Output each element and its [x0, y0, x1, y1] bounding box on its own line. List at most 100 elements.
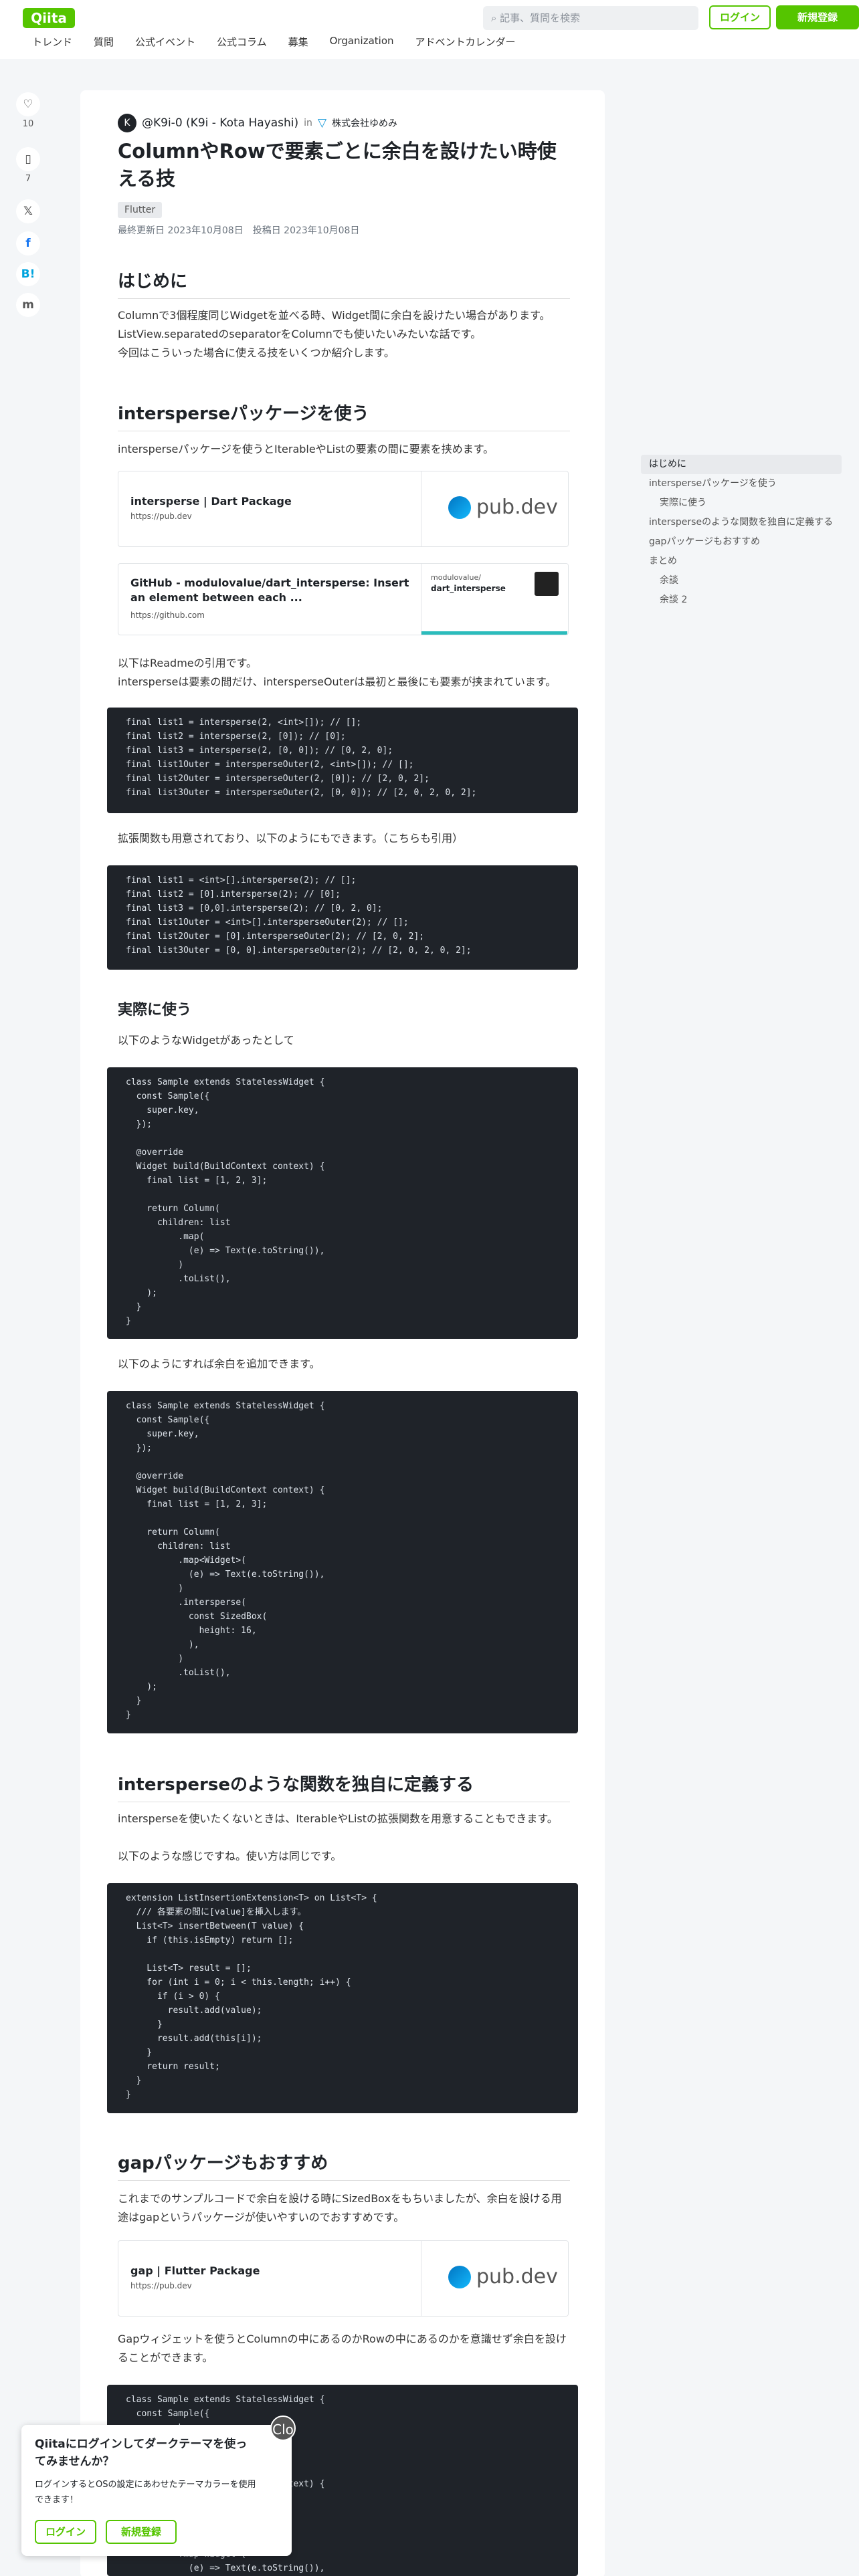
- code-line: }: [126, 2076, 142, 2086]
- x-share-icon[interactable]: 𝕏: [16, 199, 40, 223]
- code-line: final list3 = intersperse(2, [0, 0]); //…: [126, 746, 393, 756]
- dart-logo-icon: [448, 496, 471, 519]
- code-line: List<T> insertBetween(T value) {: [126, 1921, 304, 1931]
- tag-flutter[interactable]: Flutter: [118, 202, 163, 218]
- pubdev-thumbnail: pub.dev: [421, 471, 568, 546]
- code-line: final list = [1, 2, 3];: [126, 1499, 268, 1509]
- code-line: }: [126, 1316, 131, 1326]
- link-card-github[interactable]: GitHub - modulovalue/dart_intersperse: I…: [118, 563, 569, 635]
- article-title: ColumnやRowで要素ごとに余白を設けたい時使える技: [118, 140, 557, 190]
- modal-login-button[interactable]: ログイン: [35, 2520, 96, 2544]
- modal-signup-button[interactable]: 新規登録: [106, 2520, 177, 2544]
- code-line: List<T> result = [];: [126, 1963, 252, 1973]
- author-name[interactable]: @K9i-0 (K9i - Kota Hayashi): [142, 116, 298, 130]
- dark-theme-login-modal: Qiitaにログインしてダークテーマを使ってみませんか？ ログインするとOSの設…: [21, 2416, 296, 2556]
- link-card-intersperse[interactable]: intersperse | Dart Package https://pub.d…: [118, 471, 569, 547]
- search-input[interactable]: ⌕ 記事、質問を検索: [483, 6, 698, 30]
- author-line: K @K9i-0 (K9i - Kota Hayashi) in ▽ 株式会社ゆ…: [118, 114, 397, 132]
- signup-button[interactable]: 新規登録: [776, 5, 859, 29]
- toc-item[interactable]: 余談: [641, 571, 842, 591]
- nav-item-questions[interactable]: 質問: [94, 35, 114, 51]
- code-line: final list2Outer = [0].intersperseOuter(…: [126, 932, 425, 942]
- code-line: });: [126, 1443, 153, 1453]
- author-avatar[interactable]: K: [118, 114, 136, 132]
- facebook-share-icon[interactable]: f: [16, 231, 40, 255]
- code-line: (e) => Text(e.toString()),: [126, 1570, 325, 1580]
- code-line: class Sample extends StatelessWidget {: [126, 2395, 325, 2405]
- code-line: (e) => Text(e.toString()),: [126, 2563, 325, 2573]
- paragraph: 以下のようにすれば余白を追加できます。: [118, 1358, 320, 1370]
- code-line: .toList(),: [126, 1274, 231, 1284]
- toc-item[interactable]: 実際に使う: [641, 494, 842, 513]
- paragraph: 拡張関数も用意されており、以下のようにもできます。（こちらも引用）: [118, 832, 464, 845]
- toc-item[interactable]: intersperseパッケージを使う: [641, 474, 842, 494]
- code-line: if (i > 0) {: [126, 1992, 220, 2002]
- paragraph: Gapウィジェットを使うとColumnの中にあるのかRowの中にあるのかを意識せ…: [118, 2333, 567, 2364]
- org-name[interactable]: 株式会社ゆめみ: [332, 116, 397, 130]
- code-line: .map<Widget>(: [126, 1555, 247, 1566]
- nav-item-trend[interactable]: トレンド: [32, 35, 72, 51]
- link-card-gap[interactable]: gap | Flutter Package https://pub.dev pu…: [118, 2240, 569, 2317]
- code-line: }: [126, 2020, 163, 2030]
- code-block: extension ListInsertionExtension<T> on L…: [107, 1883, 578, 2113]
- github-thumbnail: modulovalue/ dart_intersperse: [421, 564, 568, 635]
- pubdev-logo-text: pub.dev: [476, 496, 558, 519]
- modal-close-button[interactable]: Clo: [270, 2416, 296, 2441]
- code-line: .toList(),: [126, 1668, 231, 1678]
- hatena-share-icon[interactable]: B!: [16, 262, 40, 286]
- code-line: }: [126, 1302, 142, 1312]
- toc-item[interactable]: intersperseのような関数を独自に定義する: [641, 513, 842, 532]
- code-line: final list1Outer = intersperseOuter(2, <…: [126, 760, 414, 770]
- toc-item[interactable]: まとめ: [641, 552, 842, 571]
- code-line: const SizedBox(: [126, 1612, 268, 1622]
- code-line: }: [126, 2090, 131, 2100]
- gh-language-bar: [421, 631, 567, 635]
- code-block: class Sample extends StatelessWidget { c…: [107, 1391, 578, 1733]
- code-line: return result;: [126, 2062, 220, 2072]
- code-line: extension ListInsertionExtension<T> on L…: [126, 1893, 377, 1903]
- qiita-logo[interactable]: Qiita: [23, 8, 75, 28]
- code-line: final list2 = [0].intersperse(2); // [0]…: [126, 889, 341, 899]
- code-line: final list1 = intersperse(2, <int>[]); /…: [126, 718, 362, 728]
- nav-item-advent[interactable]: アドベントカレンダー: [415, 35, 516, 51]
- toc-item[interactable]: 余談 2: [641, 591, 842, 610]
- paragraph: これまでのサンプルコードで余白を設ける時にSizedBoxをもちいましたが、余白…: [118, 2192, 562, 2224]
- code-line: const Sample({: [126, 1091, 210, 1101]
- section-heading: intersperseのような関数を独自に定義する: [118, 1771, 570, 1802]
- stock-count: 7: [25, 174, 31, 184]
- modal-title: Qiitaにログインしてダークテーマを使ってみませんか？: [35, 2438, 248, 2468]
- code-line: children: list: [126, 1541, 231, 1551]
- code-line: final list1Outer = <int>[].intersperseOu…: [126, 918, 409, 928]
- code-line: ): [126, 1260, 184, 1270]
- nav-item-columns[interactable]: 公式コラム: [217, 35, 267, 51]
- login-button[interactable]: ログイン: [709, 5, 771, 29]
- gh-owner: modulovalue/: [431, 573, 481, 582]
- code-line: ): [126, 1584, 184, 1594]
- nav-item-recruit[interactable]: 募集: [288, 35, 308, 51]
- like-icon[interactable]: ♡: [16, 92, 40, 116]
- subsection-heading: 実際に使う: [118, 1002, 192, 1018]
- code-line: /// 各要素の間に[value]を挿入します。: [126, 1907, 306, 1917]
- stock-icon[interactable]: ▯: [16, 147, 40, 171]
- paragraph: 今回はこういった場合に使える技をいくつか紹介します。: [118, 346, 395, 359]
- code-block: class Sample extends StatelessWidget { c…: [107, 1067, 578, 1339]
- nav-item-events[interactable]: 公式イベント: [135, 35, 195, 51]
- more-share-icon[interactable]: m: [16, 293, 40, 317]
- code-line: const Sample({: [126, 1415, 210, 1425]
- toc-item[interactable]: gapパッケージもおすすめ: [641, 532, 842, 552]
- code-line: final list2 = intersperse(2, [0]); // [0…: [126, 732, 346, 742]
- link-card-title: GitHub - modulovalue/dart_intersperse: I…: [130, 576, 409, 604]
- dart-logo-icon: [448, 2265, 471, 2288]
- nav-item-organization[interactable]: Organization: [330, 35, 394, 51]
- paragraph: intersperseを使いたくないときは、IterableやListの拡張関数…: [118, 1812, 558, 1825]
- toc-item[interactable]: はじめに: [641, 455, 842, 474]
- code-line: );: [126, 1288, 157, 1298]
- code-line: }: [126, 1710, 131, 1720]
- code-line: );: [126, 1682, 157, 1692]
- code-line: class Sample extends StatelessWidget {: [126, 1077, 325, 1087]
- link-card-url: https://pub.dev: [130, 2281, 192, 2290]
- paragraph: Columnで3個程度同じWidgetを並べる時、Widget間に余白を設けたい…: [118, 309, 551, 340]
- code-line: @override: [126, 1471, 184, 1481]
- paragraph: intersperseは要素の間だけ、intersperseOuterは最初と最…: [118, 675, 557, 688]
